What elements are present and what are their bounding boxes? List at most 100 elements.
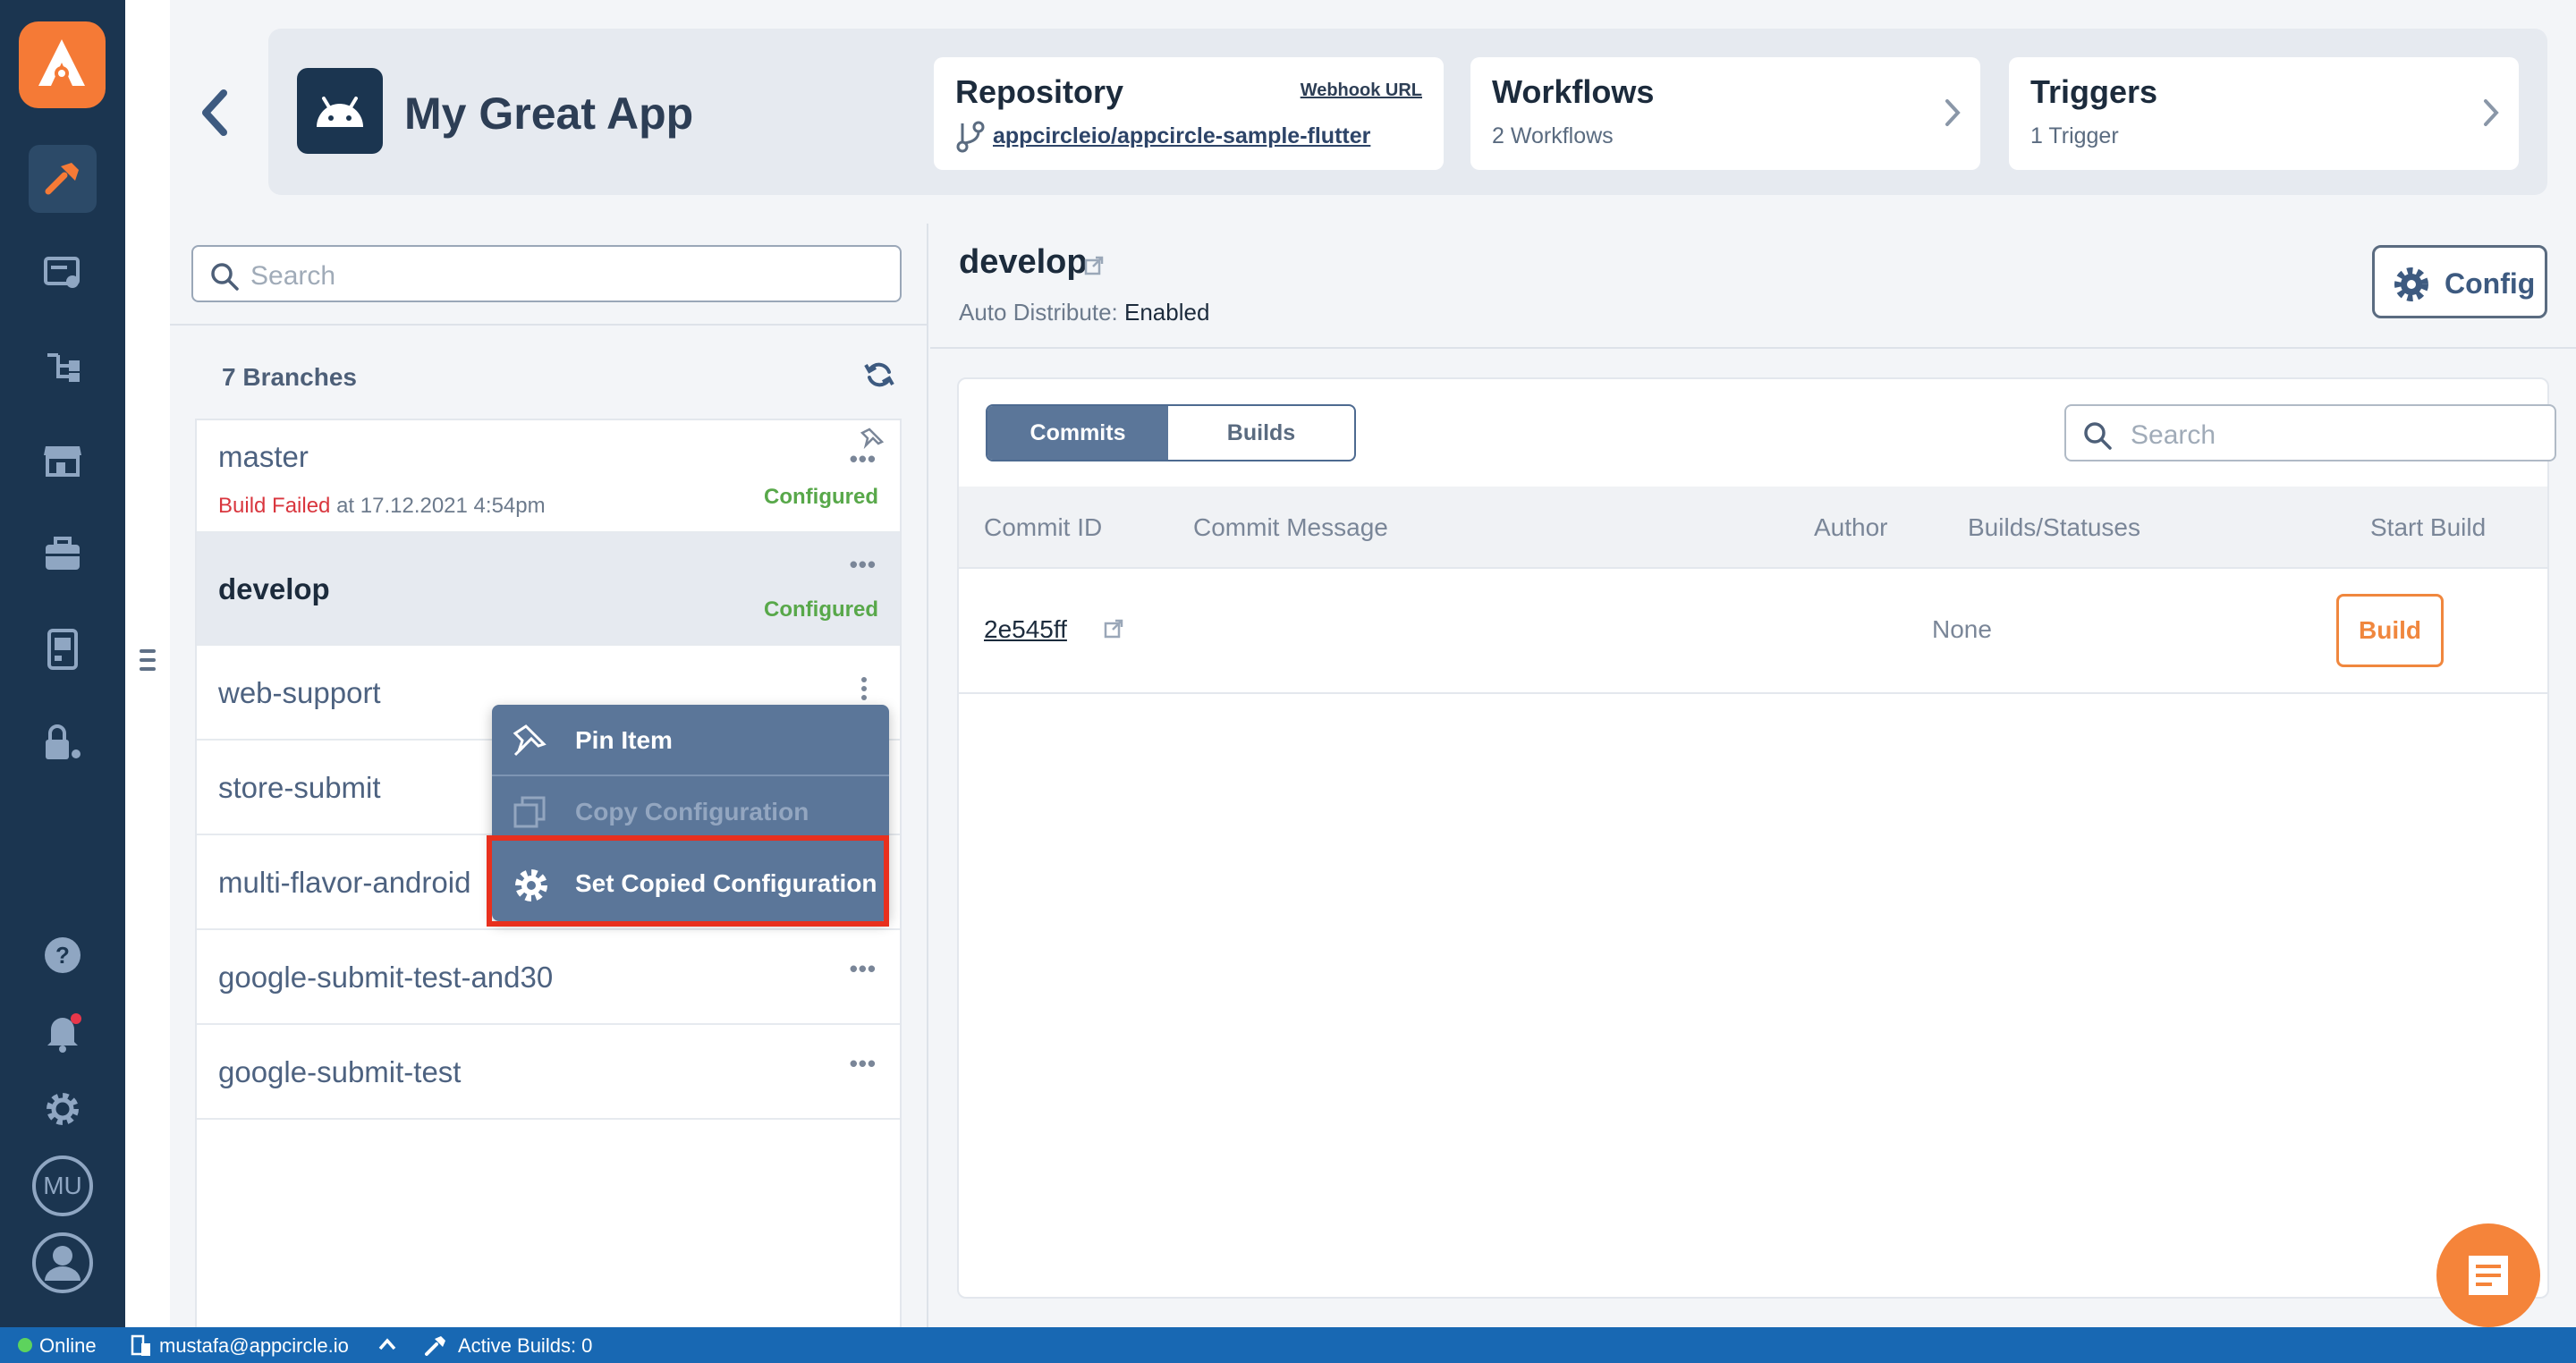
branch-more-menu-icon[interactable]: ••• — [850, 445, 877, 473]
column-header-author: Author — [1814, 513, 1888, 541]
divider — [930, 347, 2576, 349]
distribution-icon[interactable] — [29, 333, 97, 401]
branch-name: develop — [218, 572, 330, 605]
current-user[interactable]: mustafa@appcircle.io — [159, 1334, 349, 1358]
status-bar: Online mustafa@appcircle.io Active Build… — [0, 1327, 2576, 1363]
branch-row-master[interactable]: master Build Failed at 17.12.2021 4:54pm… — [197, 420, 900, 533]
workflows-count: 2 Workflows — [1492, 123, 1614, 148]
chevron-right-icon — [1945, 99, 1961, 126]
vertical-dots-icon[interactable] — [860, 676, 868, 701]
triggers-count: 1 Trigger — [2030, 123, 2119, 148]
tab-commits[interactable]: Commits — [987, 406, 1168, 460]
settings-gear-icon[interactable] — [29, 1075, 97, 1143]
column-header-builds-statuses: Builds/Statuses — [1968, 513, 2140, 541]
android-app-icon — [297, 68, 383, 154]
branch-row-google-submit-test-and30[interactable]: google-submit-test-and30 ••• — [197, 930, 900, 1025]
main-nav: ? MU — [0, 0, 125, 1327]
build-hammer-icon[interactable] — [29, 145, 97, 213]
highlight-box — [487, 835, 889, 927]
branch-search-input[interactable]: Search — [191, 245, 902, 302]
testing-device-icon[interactable] — [29, 615, 97, 683]
webhook-url-link[interactable]: Webhook URL — [1301, 80, 1422, 101]
divider — [170, 324, 928, 326]
commit-build-tabs: Commits Builds — [986, 404, 1356, 461]
notifications-bell-icon[interactable] — [29, 998, 97, 1066]
online-status: Online — [39, 1334, 97, 1357]
branch-name: google-submit-test — [218, 1055, 462, 1088]
table-row: 2e545ff None Build — [959, 569, 2547, 694]
build-button[interactable]: Build — [2336, 594, 2444, 667]
appcircle-logo[interactable] — [19, 21, 106, 108]
external-link-icon[interactable] — [1104, 619, 1123, 639]
chevron-right-icon — [2484, 99, 2499, 126]
branch-more-menu-icon[interactable]: ••• — [850, 955, 877, 983]
menu-item-label: Pin Item — [575, 726, 673, 754]
hammer-icon — [425, 1336, 445, 1356]
copy-icon — [513, 796, 546, 828]
commit-id-link[interactable]: 2e545ff — [984, 615, 1067, 644]
menu-item-label: Copy Configuration — [575, 798, 809, 825]
commit-search-placeholder: Search — [2131, 420, 2216, 450]
active-builds-count: Active Builds: 0 — [458, 1334, 593, 1357]
branch-row-google-submit-test[interactable]: google-submit-test ••• — [197, 1025, 900, 1120]
branch-name: master — [218, 440, 309, 473]
external-link-icon[interactable] — [1084, 256, 1104, 275]
lock-user-icon[interactable] — [29, 708, 97, 776]
workflows-card[interactable]: Workflows 2 Workflows — [1470, 57, 1980, 170]
app-title: My Great App — [404, 89, 694, 139]
branch-build-status: Build Failed at 17.12.2021 4:54pm — [218, 494, 546, 518]
configured-badge: Configured — [764, 597, 878, 622]
gear-icon — [2394, 267, 2428, 301]
chevron-up-icon[interactable] — [377, 1336, 397, 1352]
branch-title: develop — [959, 243, 1088, 281]
builds-status: None — [1932, 615, 1992, 643]
avatar-initials: MU — [43, 1172, 82, 1199]
help-icon[interactable]: ? — [29, 921, 97, 989]
column-header-commit-id: Commit ID — [984, 513, 1103, 541]
config-button[interactable]: Config — [2372, 245, 2547, 318]
commit-search-input[interactable]: Search — [2064, 404, 2556, 461]
branch-name: store-submit — [218, 771, 381, 804]
store-icon[interactable] — [29, 426, 97, 494]
signing-identities-icon[interactable] — [29, 240, 97, 308]
commits-table-header: Commit ID Commit Message Author Builds/S… — [959, 487, 2547, 569]
chat-icon — [2469, 1256, 2508, 1295]
column-header-commit-message: Commit Message — [1193, 513, 1388, 541]
branch-count: 7 Branches — [222, 363, 357, 391]
search-icon — [2084, 422, 2112, 450]
tab-builds[interactable]: Builds — [1168, 406, 1354, 460]
branch-row-develop[interactable]: develop ••• Configured — [197, 533, 900, 646]
online-status-dot — [18, 1338, 32, 1352]
configured-badge: Configured — [764, 485, 878, 509]
user-initials-avatar[interactable]: MU — [29, 1152, 97, 1220]
menu-item-pin[interactable]: Pin Item — [492, 705, 889, 776]
branch-name: google-submit-test-and30 — [218, 961, 554, 994]
triggers-title: Triggers — [2030, 73, 2158, 110]
branch-name: web-support — [218, 676, 381, 709]
auto-distribute-status: Auto Distribute: Enabled — [959, 299, 1210, 326]
workflows-title: Workflows — [1492, 73, 1655, 110]
refresh-icon[interactable] — [864, 360, 894, 390]
repository-card[interactable]: Repository Webhook URL appcircleio/appci… — [934, 57, 1444, 170]
column-header-start-build: Start Build — [2370, 513, 2487, 541]
commits-card: Commits Builds Search Commit ID Commit M… — [957, 377, 2556, 1299]
triggers-card[interactable]: Triggers 1 Trigger — [2009, 57, 2519, 170]
config-button-label: Config — [2445, 267, 2536, 300]
organization-icon — [131, 1334, 150, 1356]
profile-avatar-icon[interactable] — [29, 1229, 97, 1297]
repository-link[interactable]: appcircleio/appcircle-sample-flutter — [993, 123, 1370, 149]
branch-search-placeholder: Search — [250, 261, 336, 291]
branch-detail-panel: develop Auto Distribute: Enabled Config … — [930, 224, 2576, 1327]
search-icon — [211, 263, 239, 291]
pin-icon — [513, 724, 547, 757]
chat-support-button[interactable] — [2436, 1223, 2540, 1327]
branch-more-menu-icon[interactable]: ••• — [850, 1050, 877, 1078]
svg-text:?: ? — [55, 942, 70, 969]
branch-more-menu-icon[interactable]: ••• — [850, 551, 877, 579]
back-chevron-icon[interactable] — [199, 88, 231, 142]
repository-title: Repository — [955, 73, 1124, 110]
panel-resize-handle[interactable] — [140, 649, 156, 676]
enterprise-briefcase-icon[interactable] — [29, 521, 97, 588]
git-branch-icon — [956, 121, 985, 153]
branch-name: multi-flavor-android — [218, 866, 471, 899]
